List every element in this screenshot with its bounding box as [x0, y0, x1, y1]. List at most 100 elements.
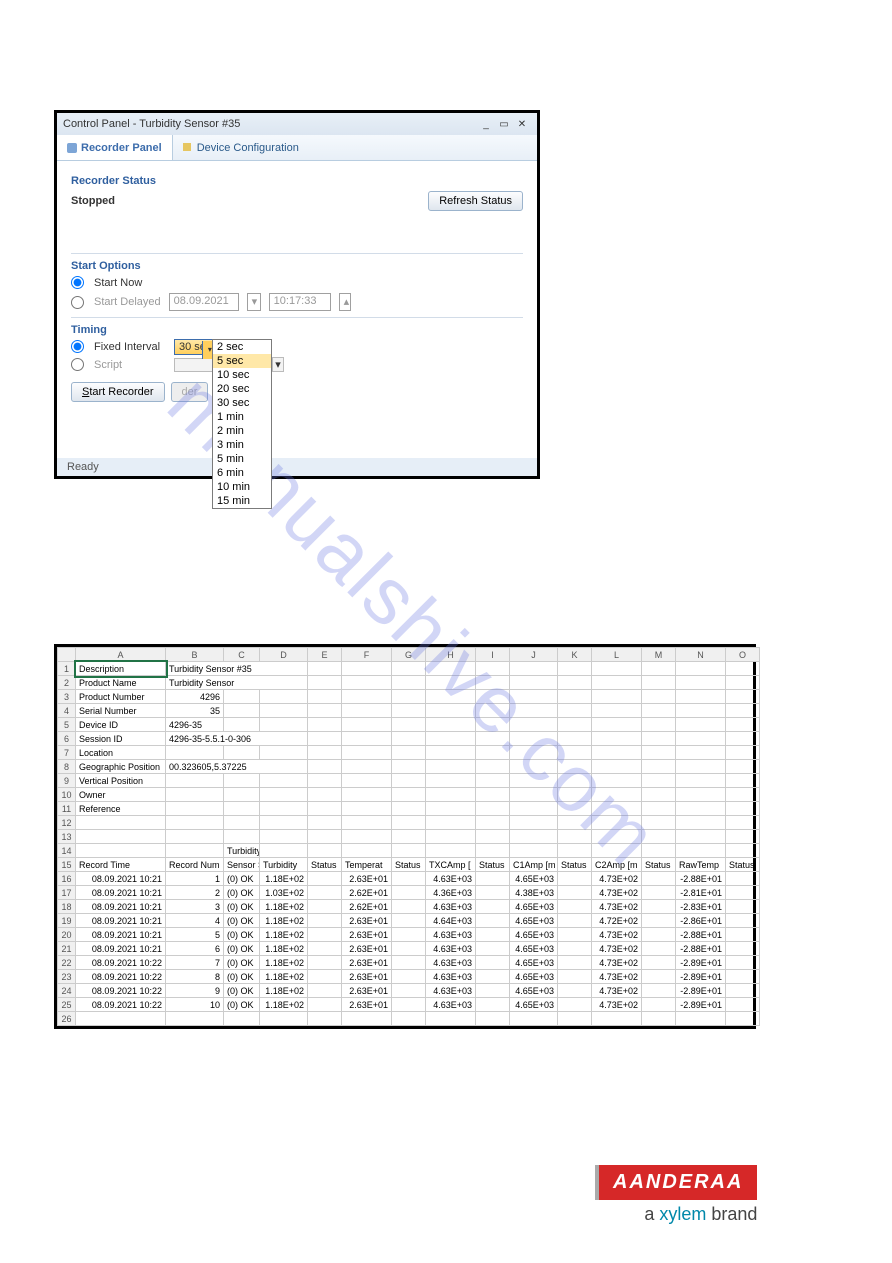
cell[interactable]	[642, 928, 676, 942]
row-number[interactable]: 25	[58, 998, 76, 1012]
cell[interactable]	[558, 662, 592, 676]
cell[interactable]	[426, 746, 476, 760]
dd-item-30sec[interactable]: 30 sec	[213, 396, 271, 410]
cell[interactable]	[642, 956, 676, 970]
cell[interactable]	[726, 746, 760, 760]
cell[interactable]	[642, 816, 676, 830]
dd-item-3min[interactable]: 3 min	[213, 438, 271, 452]
cell[interactable]	[558, 1012, 592, 1026]
cell[interactable]: Sensor St	[224, 858, 260, 872]
cell[interactable]	[342, 690, 392, 704]
cell[interactable]	[426, 732, 476, 746]
row-number[interactable]: 20	[58, 928, 76, 942]
dd-item-10sec[interactable]: 10 sec	[213, 368, 271, 382]
cell[interactable]	[476, 914, 510, 928]
cell[interactable]	[342, 704, 392, 718]
cell[interactable]: Turbidity Sensor #35	[224, 844, 260, 858]
tab-device-configuration[interactable]: Device Configuration	[173, 135, 309, 160]
cell[interactable]	[426, 676, 476, 690]
cell[interactable]	[224, 774, 260, 788]
cell[interactable]	[642, 942, 676, 956]
cell[interactable]	[510, 662, 558, 676]
table-row[interactable]: 11Reference	[58, 802, 760, 816]
cell[interactable]	[166, 1012, 224, 1026]
cell[interactable]: 2	[166, 886, 224, 900]
cell[interactable]	[426, 788, 476, 802]
cell[interactable]	[726, 732, 760, 746]
cell[interactable]	[308, 690, 342, 704]
col-D[interactable]: D	[260, 648, 308, 662]
cell[interactable]	[726, 704, 760, 718]
cell[interactable]	[392, 690, 426, 704]
cell[interactable]	[676, 676, 726, 690]
cell[interactable]	[476, 942, 510, 956]
cell[interactable]	[426, 760, 476, 774]
table-row[interactable]: 5Device ID4296-35	[58, 718, 760, 732]
cell[interactable]	[726, 718, 760, 732]
cell[interactable]: (0) OK	[224, 956, 260, 970]
cell[interactable]	[224, 718, 260, 732]
cell[interactable]	[392, 942, 426, 956]
cell[interactable]	[392, 970, 426, 984]
cell[interactable]: 1.18E+02	[260, 998, 308, 1012]
cell[interactable]: -2.81E+01	[676, 886, 726, 900]
cell[interactable]	[476, 900, 510, 914]
cell[interactable]	[642, 984, 676, 998]
cell[interactable]: 08.09.2021 10:22	[76, 970, 166, 984]
cell[interactable]	[558, 900, 592, 914]
cell[interactable]	[392, 718, 426, 732]
col-F[interactable]: F	[342, 648, 392, 662]
cell[interactable]: 4.63E+03	[426, 942, 476, 956]
cell[interactable]	[260, 690, 308, 704]
col-H[interactable]: H	[426, 648, 476, 662]
col-O[interactable]: O	[726, 648, 760, 662]
row-number[interactable]: 18	[58, 900, 76, 914]
cell[interactable]: 4296-35	[166, 718, 224, 732]
cell[interactable]: 5	[166, 928, 224, 942]
cell[interactable]	[642, 662, 676, 676]
cell[interactable]	[308, 774, 342, 788]
cell[interactable]	[426, 830, 476, 844]
cell[interactable]	[308, 676, 342, 690]
tab-recorder-panel[interactable]: Recorder Panel	[57, 135, 173, 160]
cell[interactable]	[392, 900, 426, 914]
cell[interactable]: 08.09.2021 10:21	[76, 928, 166, 942]
cell[interactable]: 4.65E+03	[510, 956, 558, 970]
cell[interactable]	[592, 844, 642, 858]
fixed-interval-radio[interactable]	[71, 340, 84, 353]
cell[interactable]	[726, 942, 760, 956]
cell[interactable]	[558, 956, 592, 970]
cell[interactable]: 4.38E+03	[510, 886, 558, 900]
cell[interactable]	[392, 802, 426, 816]
cell[interactable]	[726, 690, 760, 704]
cell[interactable]: 2.63E+01	[342, 928, 392, 942]
cell[interactable]: 08.09.2021 10:21	[76, 900, 166, 914]
cell[interactable]: 7	[166, 956, 224, 970]
cell[interactable]: (0) OK	[224, 942, 260, 956]
row-number[interactable]: 17	[58, 886, 76, 900]
cell[interactable]: 9	[166, 984, 224, 998]
cell[interactable]	[558, 914, 592, 928]
cell[interactable]: 2.62E+01	[342, 886, 392, 900]
cell[interactable]: C2Amp [m	[592, 858, 642, 872]
cell[interactable]	[392, 816, 426, 830]
cell[interactable]: Status	[726, 858, 760, 872]
cell[interactable]: Session ID	[76, 732, 166, 746]
cell[interactable]: -2.88E+01	[676, 928, 726, 942]
row-number[interactable]: 10	[58, 788, 76, 802]
cell[interactable]: 3	[166, 900, 224, 914]
row-number[interactable]: 11	[58, 802, 76, 816]
cell[interactable]: Status	[476, 858, 510, 872]
cell[interactable]	[308, 788, 342, 802]
cell[interactable]	[510, 690, 558, 704]
cell[interactable]: 1.03E+02	[260, 886, 308, 900]
cell[interactable]	[308, 942, 342, 956]
cell[interactable]	[260, 788, 308, 802]
cell[interactable]: 4.73E+02	[592, 970, 642, 984]
cell[interactable]	[392, 732, 426, 746]
cell[interactable]	[558, 690, 592, 704]
row-number[interactable]: 8	[58, 760, 76, 774]
dd-item-15min[interactable]: 15 min	[213, 494, 271, 508]
cell[interactable]: RawTemp	[676, 858, 726, 872]
cell[interactable]	[308, 914, 342, 928]
